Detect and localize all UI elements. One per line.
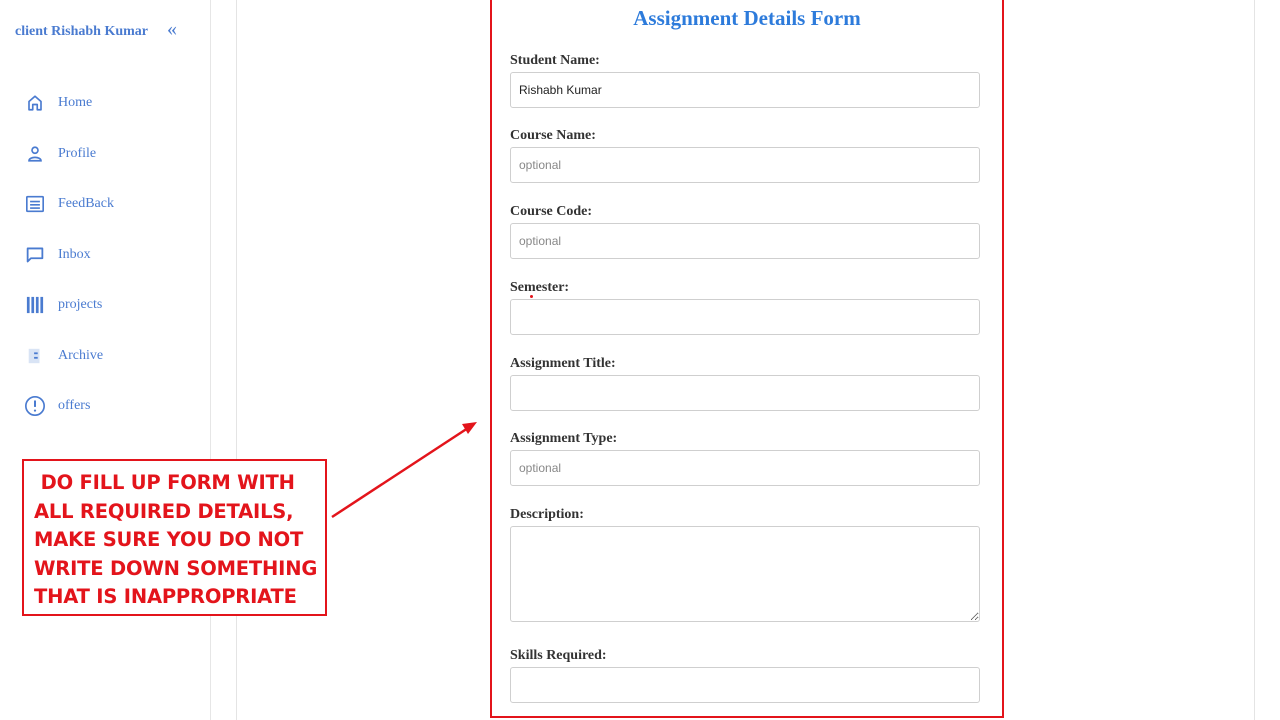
sidebar-nav: Home Profile FeedBack Inbox projects Arc… [0, 78, 210, 432]
client-name: client Rishabh Kumar [15, 24, 149, 39]
sidebar-item-label: offers [58, 398, 91, 414]
sidebar-item-home[interactable]: Home [0, 78, 210, 129]
semester-input[interactable] [510, 299, 980, 335]
sidebar-item-label: Profile [58, 145, 97, 161]
arrow-line [331, 426, 469, 519]
message-icon [24, 244, 46, 266]
content-divider-right [1254, 0, 1255, 720]
home-icon [24, 92, 46, 114]
sidebar-item-projects[interactable]: projects [0, 280, 210, 331]
bars-icon [24, 294, 46, 316]
instruction-callout: DO FILL UP FORM WITH ALL REQUIRED DETAIL… [22, 459, 327, 616]
course-code-input[interactable] [510, 223, 980, 259]
form-title: Assignment Details Form [633, 6, 861, 30]
assignment-title-input[interactable] [510, 375, 980, 411]
user-icon [24, 143, 46, 165]
description-label: Description: [510, 507, 584, 522]
sidebar-item-offers[interactable]: offers [0, 381, 210, 432]
skills-required-label: Skills Required: [510, 648, 607, 663]
sidebar-item-archive[interactable]: Archive [0, 331, 210, 382]
course-name-label: Course Name: [510, 128, 596, 143]
assignment-form: Assignment Details Form Student Name: Co… [490, 0, 1004, 718]
course-code-label: Course Code: [510, 204, 593, 219]
instruction-text: DO FILL UP FORM WITH ALL REQUIRED DETAIL… [34, 471, 318, 608]
alert-circle-icon [24, 395, 46, 417]
sidebar-item-label: Archive [58, 347, 104, 363]
list-icon [24, 193, 46, 215]
assignment-type-input[interactable] [510, 450, 980, 486]
archive-icon [24, 345, 46, 367]
sidebar-item-feedback[interactable]: FeedBack [0, 179, 210, 230]
arrow-head [462, 422, 477, 434]
sidebar-item-profile[interactable]: Profile [0, 129, 210, 180]
sidebar-item-inbox[interactable]: Inbox [0, 230, 210, 281]
description-textarea[interactable] [510, 526, 980, 622]
assignment-title-label: Assignment Title: [510, 356, 616, 371]
collapse-sidebar-icon[interactable]: « [167, 18, 177, 40]
course-name-input[interactable] [510, 147, 980, 183]
sidebar-item-label: Home [58, 95, 93, 111]
student-name-label: Student Name: [510, 53, 600, 68]
student-name-input[interactable] [510, 72, 980, 108]
sidebar-item-label: Inbox [58, 246, 91, 262]
sidebar-item-label: projects [58, 297, 103, 313]
semester-label: Semester: [510, 280, 570, 295]
cursor-dot [530, 295, 533, 298]
assignment-type-label: Assignment Type: [510, 431, 618, 446]
sidebar-item-label: FeedBack [58, 196, 114, 212]
skills-required-input[interactable] [510, 667, 980, 703]
